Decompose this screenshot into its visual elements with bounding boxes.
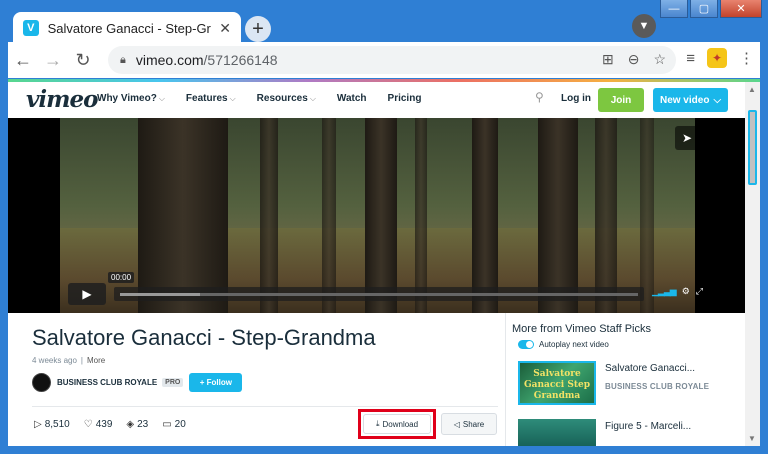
login-link[interactable]: Log in: [561, 93, 591, 104]
back-icon[interactable]: ←: [8, 45, 38, 75]
progress-bar[interactable]: [114, 287, 644, 301]
rec-owner[interactable]: BUSINESS CLUB ROYALE: [605, 382, 709, 391]
rec-title[interactable]: Figure 5 - Marceli...: [605, 421, 691, 432]
comments-stat[interactable]: ▭ 20: [162, 419, 186, 430]
zoom-icon[interactable]: ⊖: [628, 51, 640, 68]
tab-close-icon[interactable]: ✕: [219, 20, 231, 37]
thumbnail-text: Salvatore Ganacci Step Grandma: [523, 369, 591, 401]
video-info: Salvatore Ganacci - Step-Grandma 4 weeks…: [8, 313, 505, 446]
fullscreen-icon[interactable]: ⤢: [696, 286, 703, 297]
scrollbar[interactable]: ▲ ▼: [745, 82, 760, 446]
nav-watch[interactable]: Watch: [337, 93, 367, 104]
video-stats: ▷ 8,510 ♡ 439 ◈ 23 ▭ 20: [34, 419, 186, 430]
play-count-icon: ▷: [34, 419, 42, 430]
nav-pricing[interactable]: Pricing: [388, 93, 422, 104]
extension-icon[interactable]: ✦: [707, 48, 727, 68]
lock-icon: 🔒︎: [120, 53, 126, 66]
close-window-button[interactable]: ✕: [720, 0, 762, 18]
browser-tab[interactable]: V Salvatore Ganacci - Step-Gran ✕: [13, 12, 241, 44]
video-age: 4 weeks ago: [32, 356, 77, 365]
new-video-button[interactable]: New video ⌵: [653, 88, 728, 112]
page-viewport: vimeo Why Vimeo? ⌵ Features ⌵ Resources ⌵ W…: [8, 79, 760, 446]
scrollbar-thumb[interactable]: [748, 110, 757, 185]
maximize-button[interactable]: ▢: [690, 0, 718, 18]
settings-icon[interactable]: ⚙: [682, 286, 690, 297]
collections-stat[interactable]: ◈ 23: [126, 419, 148, 430]
autoplay-toggle[interactable]: [518, 340, 534, 349]
scroll-down-icon[interactable]: ▼: [748, 434, 756, 443]
related-sidebar: More from Vimeo Staff Picks Autoplay nex…: [505, 313, 745, 446]
nav-why-vimeo[interactable]: Why Vimeo? ⌵: [97, 93, 165, 104]
plays-stat: ▷ 8,510: [34, 419, 70, 430]
chevron-down-icon: ⌵: [229, 94, 236, 103]
video-player[interactable]: ➤ ▶ 00:00 ▁▂▃▅ ⚙ ⤢: [8, 118, 745, 313]
divider: [32, 406, 498, 407]
share-button[interactable]: ◁ Share: [441, 413, 497, 435]
autoplay-label: Autoplay next video: [539, 340, 609, 349]
list-item[interactable]: Salvatore Ganacci Step Grandma Salvatore…: [518, 361, 709, 405]
translate-icon[interactable]: ⊞: [602, 51, 614, 68]
nav-features[interactable]: Features ⌵: [186, 93, 236, 104]
rec-title[interactable]: Salvatore Ganacci...: [605, 363, 709, 374]
tab-title: Salvatore Ganacci - Step-Gran: [47, 20, 212, 36]
list-item[interactable]: Figure 5 - Marceli...: [518, 419, 691, 446]
chevron-down-icon: ⌵: [713, 94, 722, 106]
new-tab-button[interactable]: +: [245, 16, 271, 42]
autoplay-row: Autoplay next video: [518, 340, 609, 349]
more-link[interactable]: More: [87, 356, 105, 365]
browser-window: — ▢ ✕ V Salvatore Ganacci - Step-Gran ✕ …: [0, 0, 768, 454]
vimeo-navbar: vimeo Why Vimeo? ⌵ Features ⌵ Resources ⌵ W…: [8, 82, 745, 118]
url-host: vimeo.com: [135, 52, 204, 68]
rec-thumbnail[interactable]: Salvatore Ganacci Step Grandma: [518, 361, 596, 405]
download-button[interactable]: ⤓ Download: [363, 414, 431, 434]
join-button[interactable]: Join: [598, 88, 644, 112]
vimeo-logo[interactable]: vimeo: [26, 86, 98, 113]
address-bar[interactable]: 🔒︎ vimeo.com/571266148 ⊞ ⊖ ☆: [108, 46, 676, 74]
share-icon: ◁: [453, 419, 460, 429]
video-meta: 4 weeks ago | More: [32, 356, 106, 365]
search-icon[interactable]: ⚲: [535, 90, 544, 104]
reload-icon[interactable]: ↻: [68, 45, 98, 75]
rec-thumbnail[interactable]: [518, 419, 596, 446]
forward-icon[interactable]: →: [38, 45, 68, 75]
minimize-button[interactable]: —: [660, 0, 688, 18]
pro-badge: PRO: [162, 377, 184, 387]
url-path: /571266148: [203, 52, 278, 68]
chevron-down-icon: ⌵: [309, 94, 316, 103]
media-icon[interactable]: ≡: [686, 50, 695, 67]
layers-icon: ◈: [126, 419, 135, 430]
volume-icon[interactable]: ▁▂▃▅: [652, 286, 677, 297]
play-button[interactable]: ▶: [68, 283, 106, 305]
send-icon[interactable]: ➤: [675, 126, 699, 150]
owner-name[interactable]: BUSINESS CLUB ROYALE: [57, 378, 157, 387]
browser-toolbar: ← → ↻ 🔒︎ vimeo.com/571266148 ⊞ ⊖ ☆ ≡ ✦ ⋮: [8, 42, 760, 78]
timecode: 00:00: [108, 272, 135, 283]
scroll-up-icon[interactable]: ▲: [748, 85, 756, 94]
owner-row: BUSINESS CLUB ROYALE PRO + Follow: [32, 371, 243, 393]
comment-icon: ▭: [162, 419, 172, 430]
download-highlight: ⤓ Download: [358, 409, 436, 439]
sidebar-title: More from Vimeo Staff Picks: [512, 323, 651, 335]
download-icon: ⤓: [375, 419, 380, 428]
video-title: Salvatore Ganacci - Step-Grandma: [32, 325, 376, 350]
window-controls: — ▢ ✕: [660, 0, 762, 18]
menu-icon[interactable]: ⋮: [739, 49, 754, 67]
chevron-down-icon: ⌵: [158, 94, 165, 103]
heart-icon: ♡: [83, 419, 93, 430]
avatar[interactable]: [32, 372, 51, 392]
likes-stat[interactable]: ♡ 439: [84, 419, 113, 430]
follow-button[interactable]: + Follow: [189, 372, 243, 392]
vimeo-favicon-icon: V: [23, 20, 39, 36]
nav-resources[interactable]: Resources ⌵: [257, 93, 316, 104]
player-controls: ▶ 00:00 ▁▂▃▅ ⚙ ⤢: [68, 272, 703, 305]
star-icon[interactable]: ☆: [653, 51, 666, 68]
download-indicator-icon[interactable]: ▼: [632, 14, 656, 38]
